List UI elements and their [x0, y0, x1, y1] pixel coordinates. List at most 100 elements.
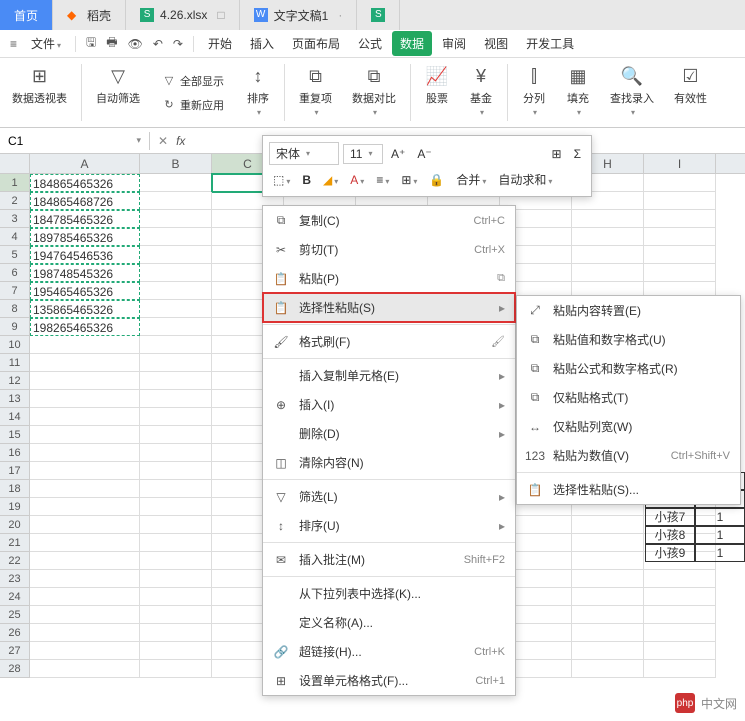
cell[interactable] — [572, 534, 644, 552]
name-box-input[interactable] — [8, 134, 136, 148]
cell[interactable] — [644, 210, 716, 228]
tab-xlsx[interactable]: S4.26.xlsx□ — [126, 0, 240, 30]
cell[interactable] — [30, 336, 140, 354]
cell[interactable] — [140, 354, 212, 372]
cell[interactable] — [572, 606, 644, 624]
cell[interactable]: 198748545326 — [30, 264, 140, 282]
sort-button[interactable]: ↕排序 — [246, 64, 270, 117]
menu-icon[interactable]: ≡ — [6, 33, 21, 55]
col-header-B[interactable]: B — [140, 154, 212, 173]
font-select[interactable]: 宋体 — [269, 142, 339, 165]
cell[interactable] — [30, 588, 140, 606]
row-header[interactable]: 6 — [0, 264, 30, 282]
highlight-icon[interactable]: ◢ — [319, 171, 342, 189]
menu-dev[interactable]: 开发工具 — [518, 31, 582, 56]
side-cell[interactable]: 小孩7 — [645, 508, 695, 526]
cell[interactable] — [140, 282, 212, 300]
cell[interactable] — [30, 624, 140, 642]
row-header[interactable]: 1 — [0, 174, 30, 192]
cell[interactable] — [30, 372, 140, 390]
font-size[interactable]: 11 — [343, 144, 383, 164]
cell[interactable] — [140, 174, 212, 192]
format-icon[interactable]: ⬚ — [269, 171, 294, 189]
align-icon[interactable]: ≡ — [372, 171, 393, 189]
row-header[interactable]: 25 — [0, 606, 30, 624]
autosum-button[interactable]: 自动求和 — [494, 169, 556, 190]
row-header[interactable]: 10 — [0, 336, 30, 354]
showall-button[interactable]: ▽全部显示 — [160, 71, 226, 91]
row-header[interactable]: 22 — [0, 552, 30, 570]
cell[interactable] — [140, 372, 212, 390]
cell[interactable] — [30, 408, 140, 426]
menu-review[interactable]: 审阅 — [434, 31, 474, 56]
name-box[interactable]: ▾ — [0, 132, 150, 150]
cell[interactable] — [644, 174, 716, 192]
row-header[interactable]: 20 — [0, 516, 30, 534]
cell[interactable] — [140, 660, 212, 678]
redo-icon[interactable]: ↷ — [169, 33, 187, 55]
cell[interactable] — [140, 642, 212, 660]
cell[interactable] — [30, 660, 140, 678]
cell[interactable] — [572, 570, 644, 588]
ctx-cut[interactable]: ✂剪切(T)Ctrl+X — [263, 235, 515, 264]
cell[interactable]: 194764546536 — [30, 246, 140, 264]
cell[interactable] — [140, 228, 212, 246]
cell[interactable] — [30, 516, 140, 534]
menu-insert[interactable]: 插入 — [242, 31, 282, 56]
funds-button[interactable]: ¥基金 — [469, 64, 493, 117]
sub-values-num[interactable]: ⧉粘贴值和数字格式(U) — [517, 325, 740, 354]
side-cell[interactable]: 小孩9 — [645, 544, 695, 562]
fill-button[interactable]: ▦填充 — [566, 64, 590, 117]
cell[interactable] — [140, 390, 212, 408]
row-header[interactable]: 9 — [0, 318, 30, 336]
cell[interactable] — [572, 588, 644, 606]
findrec-button[interactable]: 🔍查找录入 — [610, 64, 654, 117]
cell[interactable] — [644, 606, 716, 624]
row-header[interactable]: 3 — [0, 210, 30, 228]
sum-icon[interactable]: Σ — [570, 145, 585, 163]
validity-button[interactable]: ☑有效性 — [674, 64, 707, 106]
dedup-button[interactable]: ⧉重复项 — [299, 64, 332, 117]
row-header[interactable]: 4 — [0, 228, 30, 246]
tab-home[interactable]: 首页 — [0, 0, 53, 30]
cell[interactable] — [644, 660, 716, 678]
cell[interactable] — [30, 480, 140, 498]
autofilter-button[interactable]: ▽自动筛选 — [96, 64, 140, 106]
tab-sheet2[interactable]: S — [357, 0, 400, 30]
pivot-button[interactable]: ⊞数据透视表 — [12, 64, 67, 106]
sub-as-values[interactable]: 123粘贴为数值(V)Ctrl+Shift+V — [517, 441, 740, 470]
cell[interactable] — [644, 624, 716, 642]
side-cell[interactable]: 1 — [695, 508, 745, 526]
ctx-delete[interactable]: 删除(D)▸ — [263, 419, 515, 448]
row-header[interactable]: 23 — [0, 570, 30, 588]
cell[interactable] — [140, 462, 212, 480]
cell[interactable] — [644, 246, 716, 264]
cell[interactable] — [30, 642, 140, 660]
cell[interactable] — [572, 660, 644, 678]
cell[interactable] — [30, 390, 140, 408]
menu-view[interactable]: 视图 — [476, 31, 516, 56]
save-icon[interactable]: 🖫 — [82, 29, 100, 58]
cell[interactable] — [140, 444, 212, 462]
cell[interactable] — [572, 552, 644, 570]
cell[interactable]: 195465465326 — [30, 282, 140, 300]
row-header[interactable]: 16 — [0, 444, 30, 462]
row-header[interactable]: 7 — [0, 282, 30, 300]
row-header[interactable]: 19 — [0, 498, 30, 516]
undo-icon[interactable]: ↶ — [149, 33, 167, 55]
ctx-format-cells[interactable]: ⊞设置单元格格式(F)...Ctrl+1 — [263, 666, 515, 695]
cell[interactable] — [644, 228, 716, 246]
row-header[interactable]: 24 — [0, 588, 30, 606]
tab-daoke[interactable]: ◆稻壳 — [53, 0, 126, 30]
cell[interactable] — [140, 408, 212, 426]
menu-start[interactable]: 开始 — [200, 31, 240, 56]
cell[interactable] — [572, 246, 644, 264]
menu-layout[interactable]: 页面布局 — [284, 31, 348, 56]
row-header[interactable]: 17 — [0, 462, 30, 480]
row-header[interactable]: 14 — [0, 408, 30, 426]
fx-icon[interactable]: fx — [176, 134, 185, 148]
sub-formula-num[interactable]: ⧉粘贴公式和数字格式(R) — [517, 354, 740, 383]
cell[interactable] — [30, 552, 140, 570]
cell[interactable] — [644, 264, 716, 282]
cell[interactable] — [30, 462, 140, 480]
